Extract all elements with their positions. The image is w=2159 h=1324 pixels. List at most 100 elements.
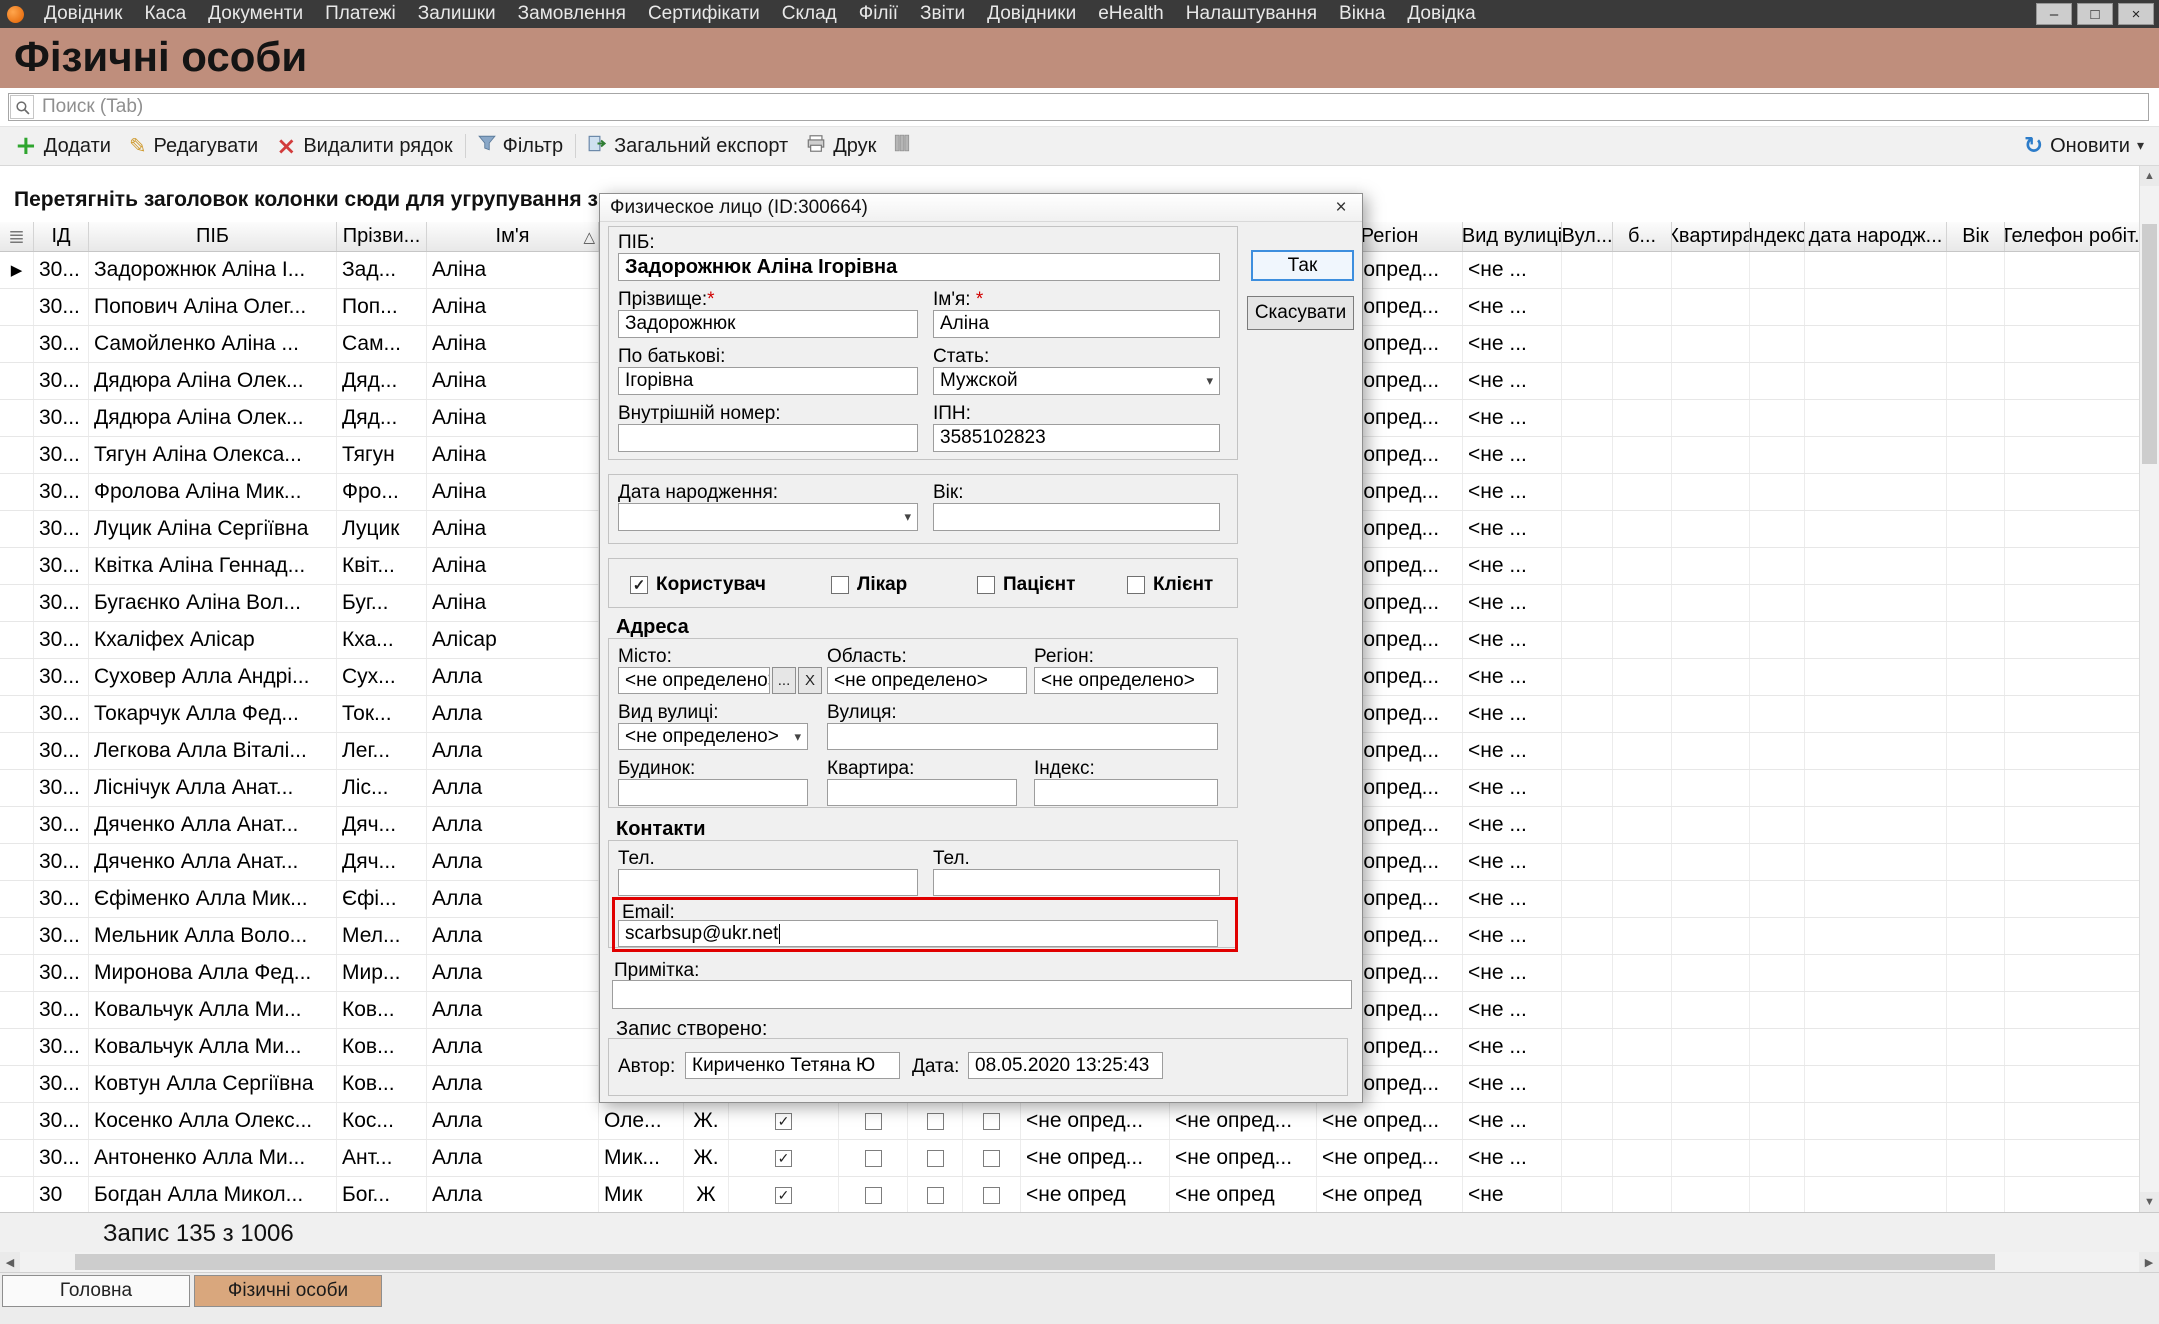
cell[interactable] — [1672, 548, 1750, 584]
cell[interactable] — [1562, 770, 1613, 806]
cell[interactable] — [1805, 437, 1947, 473]
cell[interactable]: <не ... — [1463, 696, 1562, 732]
cell[interactable] — [1613, 1103, 1672, 1139]
cell[interactable] — [1562, 474, 1613, 510]
cell[interactable] — [1805, 289, 1947, 325]
scroll-down-button[interactable]: ▼ — [2140, 1192, 2159, 1212]
cell[interactable] — [1750, 437, 1805, 473]
cell[interactable]: Суховер Алла Андрі... — [89, 659, 337, 695]
column-header[interactable]: Ім'я△ — [427, 222, 599, 251]
cell[interactable] — [1562, 289, 1613, 325]
cell[interactable] — [1805, 918, 1947, 954]
cell[interactable]: <не ... — [1463, 289, 1562, 325]
cell[interactable] — [1805, 474, 1947, 510]
cell[interactable] — [1672, 363, 1750, 399]
cell[interactable] — [1562, 807, 1613, 843]
cell[interactable]: <не опред... — [1170, 1140, 1317, 1176]
cell[interactable] — [1613, 548, 1672, 584]
cell[interactable]: Ж. — [684, 1140, 729, 1176]
cell[interactable]: Ж — [684, 1177, 729, 1212]
cell[interactable] — [1613, 289, 1672, 325]
menu-item[interactable]: Вікна — [1328, 0, 1396, 28]
cell[interactable] — [1613, 400, 1672, 436]
cell[interactable] — [1672, 807, 1750, 843]
postal-field[interactable] — [1034, 779, 1218, 806]
cell[interactable]: Бугаєнко Аліна Вол... — [89, 585, 337, 621]
cell[interactable]: Алла — [427, 1029, 599, 1065]
surname-field[interactable]: Задорожнюк — [618, 310, 918, 338]
cell[interactable]: 30... — [34, 807, 89, 843]
cell[interactable]: <не ... — [1463, 585, 1562, 621]
role-checkbox-patsient[interactable]: Пацієнт — [977, 574, 1075, 596]
birth-date-select[interactable]: ▾ — [618, 503, 918, 531]
cell[interactable] — [1672, 1066, 1750, 1102]
cell[interactable] — [2005, 363, 2139, 399]
date-field[interactable]: 08.05.2020 13:25:43 — [968, 1052, 1163, 1079]
cell[interactable] — [1613, 252, 1672, 288]
column-header[interactable]: б... — [1613, 222, 1672, 251]
cell[interactable] — [1947, 289, 2005, 325]
cell[interactable] — [1750, 252, 1805, 288]
cell[interactable] — [1805, 659, 1947, 695]
cell[interactable] — [1805, 511, 1947, 547]
cell[interactable] — [2005, 918, 2139, 954]
window-restore-button[interactable]: □ — [2077, 3, 2113, 25]
cell[interactable] — [1562, 696, 1613, 732]
cell[interactable] — [1750, 807, 1805, 843]
cell[interactable] — [1947, 548, 2005, 584]
cell[interactable] — [1750, 659, 1805, 695]
cell[interactable] — [908, 1103, 963, 1139]
cell[interactable]: 30... — [34, 400, 89, 436]
cell[interactable] — [839, 1103, 908, 1139]
cell[interactable]: 30... — [34, 1029, 89, 1065]
table-row[interactable]: 30...Косенко Алла Олекс...Кос...АллаОле.… — [0, 1103, 2139, 1140]
cell[interactable] — [1805, 770, 1947, 806]
cell[interactable] — [1750, 622, 1805, 658]
menu-item[interactable]: Склад — [771, 0, 848, 28]
cell[interactable] — [2005, 437, 2139, 473]
cell[interactable] — [1672, 252, 1750, 288]
cell[interactable] — [2005, 659, 2139, 695]
cell[interactable] — [1613, 511, 1672, 547]
street-kind-select[interactable]: <не определено>▾ — [618, 723, 808, 750]
cell[interactable] — [1947, 474, 2005, 510]
cell[interactable]: Аліна — [427, 474, 599, 510]
scroll-up-button[interactable]: ▲ — [2140, 166, 2159, 186]
cell[interactable]: Мельник Алла Воло... — [89, 918, 337, 954]
cell[interactable] — [1750, 400, 1805, 436]
cell[interactable]: Ліс... — [337, 770, 427, 806]
phone2-field[interactable] — [933, 869, 1220, 896]
cell[interactable]: Оле... — [599, 1103, 684, 1139]
cell[interactable] — [2005, 474, 2139, 510]
cell[interactable] — [1947, 807, 2005, 843]
cell[interactable] — [1750, 696, 1805, 732]
cell[interactable] — [1947, 844, 2005, 880]
cell[interactable] — [1562, 955, 1613, 991]
cell[interactable]: Луцик Аліна Сергіївна — [89, 511, 337, 547]
dialog-title-bar[interactable]: Физическое лицо (ID:300664) — [600, 194, 1362, 222]
cell[interactable] — [2005, 289, 2139, 325]
cell[interactable]: Алла — [427, 1066, 599, 1102]
cell[interactable]: Самойленко Аліна ... — [89, 326, 337, 362]
cell[interactable] — [1672, 918, 1750, 954]
cell[interactable] — [1613, 992, 1672, 1028]
cell[interactable]: <не — [1463, 1177, 1562, 1212]
cell[interactable]: <не ... — [1463, 326, 1562, 362]
cell[interactable] — [2005, 992, 2139, 1028]
cell[interactable]: Дяд... — [337, 363, 427, 399]
cell[interactable] — [1947, 770, 2005, 806]
cell[interactable]: <не ... — [1463, 474, 1562, 510]
cell[interactable]: <не опред... — [1021, 1140, 1170, 1176]
cell[interactable]: Алла — [427, 770, 599, 806]
cell[interactable]: <не ... — [1463, 437, 1562, 473]
cell[interactable]: Алла — [427, 1103, 599, 1139]
cell[interactable] — [1562, 1066, 1613, 1102]
cancel-button[interactable]: Скасувати — [1247, 296, 1354, 330]
sex-select[interactable]: Мужской▾ — [933, 367, 1220, 395]
cell[interactable]: Сух... — [337, 659, 427, 695]
cell[interactable] — [1805, 992, 1947, 1028]
cell[interactable] — [1562, 437, 1613, 473]
cell[interactable]: Квітка Аліна Геннад... — [89, 548, 337, 584]
menu-item[interactable]: Довідник — [33, 0, 133, 28]
cell[interactable]: Алла — [427, 733, 599, 769]
